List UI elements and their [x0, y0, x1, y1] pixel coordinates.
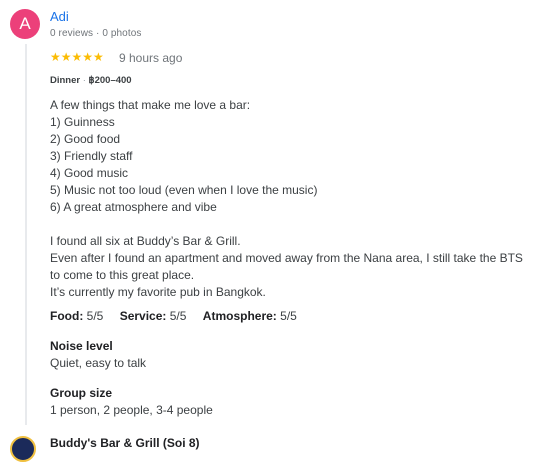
review-line: 2) Good food: [50, 132, 121, 146]
review-line: Even after I found an apartment and move…: [50, 251, 523, 265]
group-size-label: Group size: [50, 386, 113, 400]
atmosphere-label: Atmosphere:: [202, 309, 277, 323]
rating-stars-icon: ★★★★★: [50, 50, 104, 64]
reviewer-name-link[interactable]: Adi: [50, 9, 69, 24]
service-label: Service:: [119, 309, 167, 323]
review-line: 3) Friendly staff: [50, 149, 133, 163]
owner-logo-icon: [10, 436, 36, 462]
group-size-value: 1 person, 2 people, 3-4 people: [50, 403, 213, 417]
price-separator: ·: [82, 75, 86, 86]
service-value: 5/5: [169, 309, 187, 323]
review-line: I found all six at Buddy’s Bar & Grill.: [50, 234, 241, 248]
review-time: 9 hours ago: [119, 51, 183, 65]
review-line: to come to this great place.: [50, 268, 195, 282]
aspect-ratings: Food: 5/5 Service: 5/5 Atmosphere: 5/5: [50, 309, 297, 323]
noise-level-value: Quiet, easy to talk: [50, 356, 147, 370]
reviewer-avatar[interactable]: A: [10, 9, 40, 39]
reviewer-meta: 0 reviews · 0 photos: [50, 28, 142, 39]
review-line-blank: [50, 216, 545, 233]
food-label: Food:: [50, 309, 84, 323]
review-line: 1) Guinness: [50, 115, 115, 129]
review-line: It’s currently my favorite pub in Bangko…: [50, 285, 266, 299]
thread-divider-line: [25, 44, 27, 425]
review-text: A few things that make me love a bar: 1)…: [50, 97, 545, 301]
owner-response-name: Buddy's Bar & Grill (Soi 8): [50, 436, 200, 450]
review-line: 5) Music not too loud (even when I love …: [50, 183, 318, 197]
review-line: 4) Good music: [50, 166, 129, 180]
meal-type: Dinner: [50, 75, 81, 86]
noise-level-label: Noise level: [50, 339, 113, 353]
price-range: ฿200–400: [88, 75, 132, 86]
review-line: 6) A great atmosphere and vibe: [50, 200, 217, 214]
meal-price-row: Dinner · ฿200–400: [50, 75, 132, 86]
review-line: A few things that make me love a bar:: [50, 98, 251, 112]
atmosphere-value: 5/5: [280, 309, 297, 323]
food-value: 5/5: [86, 309, 104, 323]
